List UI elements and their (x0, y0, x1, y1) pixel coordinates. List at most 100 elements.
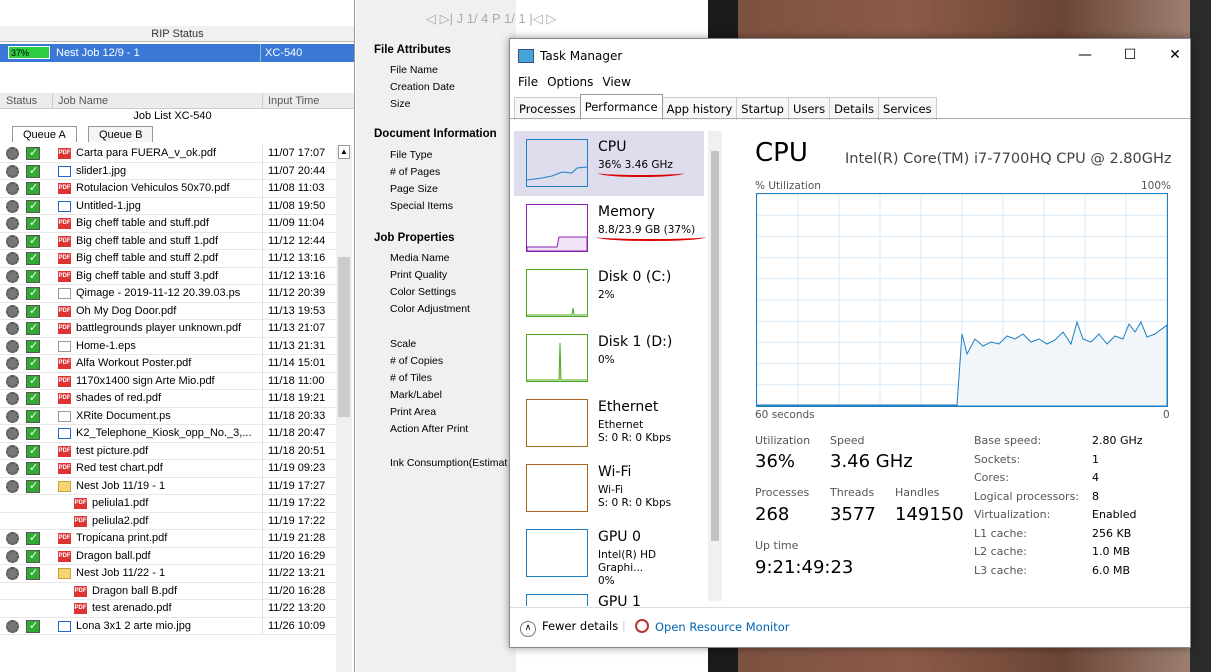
job-row[interactable]: PDF Big cheff table and stuff 1.pdf 11/12 … (0, 232, 336, 250)
job-row[interactable]: PDF Dragon ball.pdf 11/20 16:29 (0, 547, 336, 565)
gear-icon (6, 147, 19, 160)
menu-view[interactable]: View (602, 75, 630, 89)
col-status[interactable]: Status (6, 93, 37, 109)
minimize-button[interactable]: — (1070, 47, 1100, 63)
job-name: test picture.pdf (76, 444, 149, 457)
sparkline (526, 464, 588, 512)
job-row[interactable]: PDF Alfa Workout Poster.pdf 11/14 15:01 (0, 355, 336, 373)
job-name: Lona 3x1 2 arte mio.jpg (76, 619, 191, 632)
page-navigator[interactable]: ◁ ▷| J 1/ 4 P 1/ 1 |◁ ▷ (356, 0, 706, 28)
tab-app-history[interactable]: App history (661, 97, 738, 120)
rip-printer: XC-540 (260, 44, 302, 62)
sidebar-item-cpu[interactable]: CPU 36% 3.46 GHz (514, 131, 704, 196)
fewer-details-link[interactable]: ∧ Fewer details (520, 619, 618, 637)
job-row[interactable]: PDF test picture.pdf 11/18 20:51 (0, 442, 336, 460)
processes-stat-value: 268 (755, 504, 790, 525)
job-row[interactable]: PDF test arenado.pdf 11/22 13:20 (0, 600, 336, 618)
label-action-after-print: Action After Print (390, 423, 469, 435)
job-row[interactable]: PDF Carta para FUERA_v_ok.pdf 11/07 17:07 (0, 145, 336, 163)
gear-icon (6, 182, 19, 195)
job-row[interactable]: slider1.jpg 11/07 20:44 (0, 162, 336, 180)
sidebar-item-gpu-0[interactable]: GPU 0 Intel(R) HD Graphi... 0% (514, 521, 704, 587)
job-row[interactable]: PDF peliula2.pdf 11/19 17:22 (0, 512, 336, 530)
sidebar-item-gpu-1[interactable]: GPU 1 (514, 586, 704, 606)
sidebar-item-disk-0-c[interactable]: Disk 0 (C:) 2% (514, 261, 704, 326)
job-row[interactable]: PDF Big cheff table and stuff 2.pdf 11/12 … (0, 250, 336, 268)
tab-queue-b[interactable]: Queue B (88, 126, 154, 142)
gear-icon (6, 339, 19, 353)
job-row[interactable]: K2_Telephone_Kiosk_opp_No._3,... 11/18 20… (0, 425, 336, 443)
job-row[interactable]: Home-1.eps 11/13 21:31 (0, 337, 336, 355)
resource-value: 0% (598, 354, 615, 367)
job-name: XRite Document.ps (76, 409, 171, 422)
label-mark: Mark/Label (390, 389, 442, 401)
job-row[interactable]: PDF shades of red.pdf 11/18 19:21 (0, 390, 336, 408)
handles-stat-label: Handles (895, 486, 940, 499)
job-row[interactable]: Lona 3x1 2 arte mio.jpg 11/26 10:09 (0, 617, 336, 635)
tab-processes[interactable]: Processes (514, 97, 581, 120)
sidebar-item-memory[interactable]: Memory 8.8/23.9 GB (37%) (514, 196, 704, 261)
pdf-file-icon: PDF (58, 375, 71, 387)
sidebar-scrollbar[interactable] (708, 131, 722, 601)
processes-stat-label: Processes (755, 486, 810, 499)
job-row[interactable]: XRite Document.ps 11/18 20:33 (0, 407, 336, 425)
gear-icon (6, 199, 19, 213)
tab-startup[interactable]: Startup (736, 97, 789, 120)
close-button[interactable]: ✕ (1160, 47, 1190, 63)
job-row[interactable]: PDF 1170x1400 sign Arte Mio.pdf 11/18 11:0… (0, 372, 336, 390)
tab-services[interactable]: Services (878, 97, 937, 120)
check-icon (26, 548, 40, 565)
sidebar-item-wi-fi[interactable]: Wi-Fi Wi-Fi S: 0 R: 0 Kbps (514, 456, 704, 521)
detail-label: Sockets: (974, 452, 1021, 466)
open-resource-monitor-link[interactable]: Open Resource Monitor (635, 619, 789, 634)
job-time: 11/19 17:27 (262, 477, 325, 495)
detail-value: 256 KB (1092, 526, 1132, 540)
job-row[interactable]: PDF Big cheff table and stuff 3.pdf 11/12 … (0, 267, 336, 285)
rip-status-row[interactable]: 37% Nest Job 12/9 - 1 XC-540 (0, 44, 354, 62)
footer-divider: | (622, 619, 626, 632)
rip-progress: 37% (8, 46, 50, 59)
menu-file[interactable]: File (518, 75, 538, 89)
maximize-button[interactable]: ☐ (1115, 47, 1145, 63)
job-row[interactable]: Nest Job 11/22 - 1 11/22 13:21 (0, 565, 336, 583)
check-icon (26, 285, 40, 302)
job-row[interactable]: Untitled-1.jpg 11/08 19:50 (0, 197, 336, 215)
job-row[interactable]: Qimage - 2019-11-12 20.39.03.ps 11/12 20:… (0, 285, 336, 303)
tab-queue-a[interactable]: Queue A (12, 126, 77, 142)
job-time: 11/18 20:51 (262, 442, 325, 460)
sidebar-item-ethernet[interactable]: Ethernet Ethernet S: 0 R: 0 Kbps (514, 391, 704, 456)
speed-stat-value: 3.46 GHz (830, 451, 913, 472)
scroll-up-arrow[interactable]: ▲ (338, 145, 350, 159)
job-list-scrollbar[interactable]: ▲ (336, 145, 352, 672)
check-icon (26, 250, 40, 267)
menu-options[interactable]: Options (547, 75, 593, 89)
tab-details[interactable]: Details (829, 97, 880, 120)
window-title: Task Manager (540, 49, 623, 63)
col-job-name[interactable]: Job Name (52, 93, 108, 109)
gear-icon (6, 357, 19, 370)
job-row[interactable]: PDF battlegrounds player unknown.pdf 11/13… (0, 320, 336, 338)
job-row[interactable]: PDF Tropicana print.pdf 11/19 21:28 (0, 530, 336, 548)
job-row[interactable]: PDF Red test chart.pdf 11/19 09:23 (0, 460, 336, 478)
sparkline (526, 334, 588, 382)
col-input-time[interactable]: Input Time (262, 93, 319, 109)
job-row[interactable]: PDF Dragon ball B.pdf 11/20 16:28 (0, 582, 336, 600)
scroll-thumb[interactable] (338, 257, 350, 417)
tab-performance[interactable]: Performance (579, 94, 663, 119)
pdf-file-icon: PDF (58, 445, 71, 457)
resource-value: Wi-Fi S: 0 R: 0 Kbps (598, 484, 671, 510)
job-row[interactable]: PDF Oh My Dog Door.pdf 11/13 19:53 (0, 302, 336, 320)
job-row[interactable]: PDF peliula1.pdf 11/19 17:22 (0, 495, 336, 513)
tab-users[interactable]: Users (787, 97, 831, 120)
gear-icon (6, 392, 19, 405)
sidebar-item-disk-1-d[interactable]: Disk 1 (D:) 0% (514, 326, 704, 391)
job-row[interactable]: Nest Job 11/19 - 1 11/19 17:27 (0, 477, 336, 495)
job-row[interactable]: PDF Big cheff table and stuff.pdf 11/09 11… (0, 215, 336, 233)
job-time: 11/07 20:44 (262, 162, 325, 180)
job-row[interactable]: PDF Rotulacion Vehiculos 50x70.pdf 11/08 1… (0, 180, 336, 198)
pdf-file-icon: PDF (58, 218, 71, 229)
sidebar-scroll-thumb[interactable] (711, 151, 719, 541)
job-list: PDFCarta para FUERA_v_ok.pdf11/07 17:07s… (0, 145, 336, 635)
sparkline (526, 204, 588, 252)
detail-label: L2 cache: (974, 545, 1027, 558)
